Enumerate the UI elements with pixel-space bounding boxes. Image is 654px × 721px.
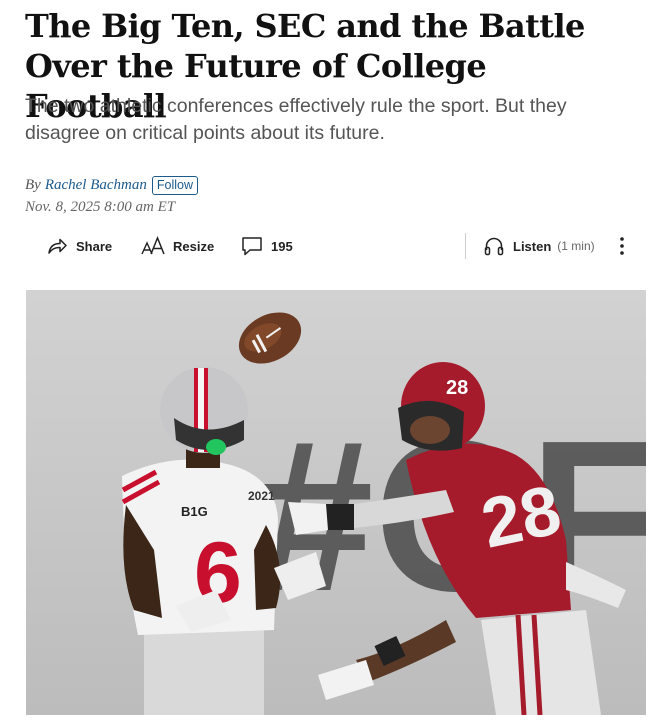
article-dek: The two athletic conferences effectively… [25, 95, 567, 144]
text-size-icon [141, 235, 165, 257]
headphones-icon [483, 235, 505, 257]
byline: By Rachel Bachman Follow [25, 174, 199, 196]
share-icon [46, 235, 68, 257]
left-jersey-badge: 2021 [248, 489, 275, 503]
share-button[interactable]: Share [46, 232, 112, 260]
right-jersey-number: 28 [475, 470, 567, 562]
resize-button[interactable]: Resize [141, 232, 214, 260]
football-photo-illustration: #CF 6 B1G 2021 [26, 290, 646, 715]
comments-count: 195 [271, 238, 293, 254]
listen-button[interactable]: Listen (1 min) [483, 232, 595, 260]
toolbar-divider [465, 233, 466, 259]
resize-label: Resize [173, 238, 215, 254]
listen-label: Listen [513, 238, 552, 254]
byline-prefix: By [25, 176, 41, 193]
listen-duration: (1 min) [557, 239, 595, 253]
author-link[interactable]: Rachel Bachman [45, 177, 147, 194]
left-jersey-patch: B1G [181, 504, 208, 519]
article-photo: #CF 6 B1G 2021 [26, 290, 646, 715]
more-vertical-icon [619, 235, 625, 257]
more-options-button[interactable] [615, 232, 629, 260]
share-label: Share [76, 238, 113, 254]
publish-date: Nov. 8, 2025 8:00 am ET [25, 199, 176, 215]
article-toolbar: Share Resize 195 Listen (1 min) [46, 232, 636, 260]
right-helmet-number: 28 [446, 377, 468, 399]
follow-button[interactable]: Follow [151, 175, 199, 195]
comment-icon [241, 235, 263, 257]
comments-button[interactable]: 195 [241, 232, 293, 260]
